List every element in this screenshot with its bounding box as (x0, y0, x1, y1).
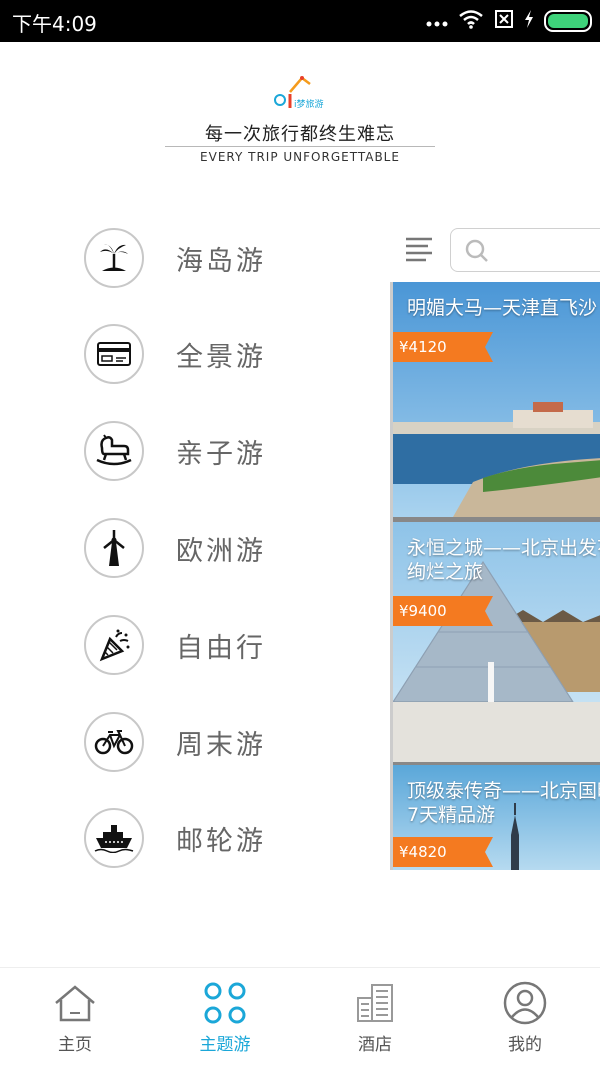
menu-item-weekend[interactable]: 周末游 (84, 710, 364, 774)
more-dots-icon (426, 12, 448, 31)
trip-card[interactable]: 顶级泰传奇——北京国晚7天精品游 ¥4820 (393, 765, 600, 870)
status-icons (426, 8, 592, 34)
menu-label-cruise: 邮轮游 (176, 825, 266, 857)
tab-hotel[interactable]: 酒店 (300, 980, 450, 1060)
trip-card-title: 永恒之城——北京出发花绚烂之旅 (407, 537, 600, 583)
trip-card[interactable]: 永恒之城——北京出发花绚烂之旅 ¥9400 (393, 522, 600, 762)
trip-card-list: 明媚大马—天津直飞沙 ¥4120 永恒之城——北京出发花绚烂之旅 ¥9400 顶… (390, 282, 600, 870)
tab-theme-tour-label: 主题游 (199, 1035, 251, 1055)
menu-label-panorama: 全景游 (176, 341, 266, 373)
logo-text: i梦旅游 (294, 98, 324, 110)
trip-card[interactable]: 明媚大马—天津直飞沙 ¥4120 (393, 282, 600, 517)
menu-item-europe[interactable]: 欧洲游 (84, 516, 364, 580)
tab-me-label: 我的 (508, 1035, 542, 1055)
home-icon (0, 980, 150, 1026)
tab-theme-tour[interactable]: 主题游 (150, 980, 300, 1060)
search-icon (465, 239, 489, 267)
menu-label-free: 自由行 (176, 632, 266, 664)
menu-item-family[interactable]: 亲子游 (84, 419, 364, 483)
trip-card-price: ¥4120 (393, 332, 493, 362)
tab-home-label: 主页 (58, 1035, 92, 1055)
grid-dots-icon (150, 980, 300, 1026)
cruise-ship-icon (84, 808, 144, 868)
menu-item-free[interactable]: 自由行 (84, 613, 364, 677)
no-sim-icon (494, 9, 514, 33)
menu-label-family: 亲子游 (176, 438, 266, 470)
app-logo: i梦旅游 (272, 74, 334, 114)
user-icon (450, 980, 600, 1026)
trip-card-title: 顶级泰传奇——北京国晚7天精品游 (407, 780, 600, 826)
card-icon (84, 324, 144, 384)
windmill-icon (84, 518, 144, 578)
building-icon (300, 980, 450, 1026)
status-bar: 下午4:09 (0, 0, 600, 42)
bottom-tab-bar: 主页 主题游 酒店 我的 (0, 967, 600, 1068)
trip-card-price: ¥9400 (393, 596, 493, 626)
content-panel: 明媚大马—天津直飞沙 ¥4120 永恒之城——北京出发花绚烂之旅 ¥9400 顶… (390, 220, 600, 870)
slogan-divider (165, 146, 435, 147)
trip-card-price: ¥4820 (393, 837, 493, 867)
wifi-icon (458, 9, 484, 33)
battery-icon (544, 10, 592, 32)
status-time: 下午4:09 (12, 12, 97, 36)
slogan-cn: 每一次旅行都终生难忘 (205, 124, 395, 145)
party-popper-icon (84, 615, 144, 675)
tab-home[interactable]: 主页 (0, 980, 150, 1060)
tab-me[interactable]: 我的 (450, 980, 600, 1060)
search-input[interactable] (450, 228, 600, 272)
list-menu-icon[interactable] (404, 236, 434, 262)
trip-card-title: 明媚大马—天津直飞沙 (407, 297, 598, 319)
menu-label-island: 海岛游 (176, 245, 266, 277)
menu-label-europe: 欧洲游 (176, 535, 266, 567)
menu-item-panorama[interactable]: 全景游 (84, 322, 364, 386)
slogan-en: EVERY TRIP UNFORGETTABLE (200, 150, 400, 164)
tab-hotel-label: 酒店 (358, 1035, 392, 1055)
menu-item-cruise[interactable]: 邮轮游 (84, 806, 364, 870)
palm-island-icon (84, 228, 144, 288)
bicycle-icon (84, 712, 144, 772)
menu-label-weekend: 周末游 (176, 729, 266, 761)
menu-item-island[interactable]: 海岛游 (84, 226, 364, 290)
charging-icon (524, 9, 534, 33)
rocking-horse-icon (84, 421, 144, 481)
